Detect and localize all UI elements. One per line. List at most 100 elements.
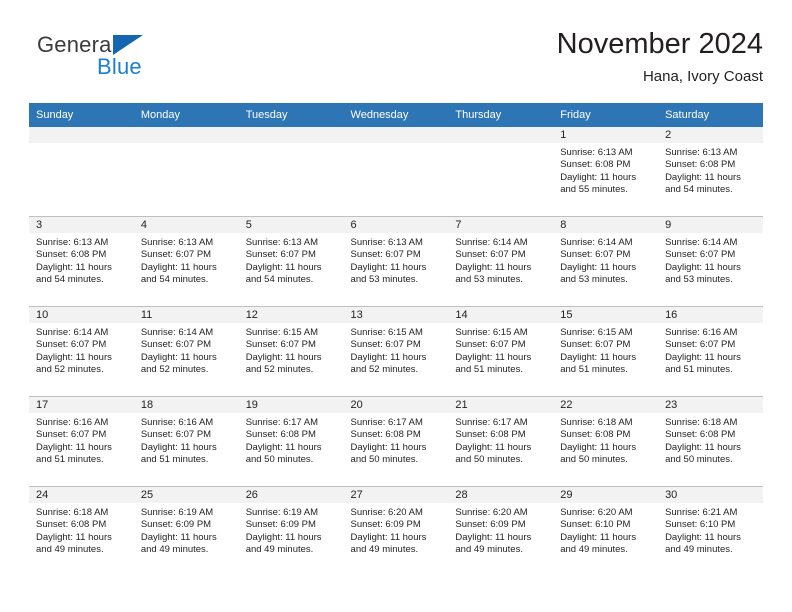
sunset-text: Sunset: 6:09 PM bbox=[245, 519, 316, 531]
calendar-day-cell[interactable]: 6 Sunrise: 6:13 AM Sunset: 6:07 PM Daylight… bbox=[343, 216, 449, 307]
calendar-day-cell[interactable]: 25 Sunrise: 6:19 AM Sunset: 6:09 PM Dayligh… bbox=[133, 486, 239, 576]
sunset-text: Sunset: 6:08 PM bbox=[36, 519, 107, 531]
daylight-text-line2: and 51 minutes. bbox=[665, 364, 733, 376]
sunset-text: Sunset: 6:07 PM bbox=[140, 429, 212, 441]
sunrise-text: Sunrise: 6:18 AM bbox=[36, 507, 109, 518]
day-cell: 7 Sunrise: 6:14 AM Sunset: 6:07 PM Daylight… bbox=[448, 217, 554, 306]
sunset-text: Sunset: 6:07 PM bbox=[455, 339, 526, 351]
calendar-day-cell[interactable]: 17 Sunrise: 6:16 AM Sunset: 6:07 PM Dayligh… bbox=[29, 396, 134, 487]
day-cell: 21 Sunrise: 6:17 AM Sunset: 6:08 PM Dayligh… bbox=[448, 397, 554, 486]
daylight-text-line1: Daylight: 11 hours bbox=[665, 531, 741, 543]
day-number: 10 bbox=[29, 307, 134, 323]
daylight-text-line2: and 49 minutes. bbox=[140, 544, 209, 556]
day-number: 1 bbox=[553, 127, 659, 143]
calendar-day-cell[interactable]: 1 Sunrise: 6:13 AM Sunset: 6:08 PM Daylight… bbox=[553, 127, 659, 217]
day-details: Sunrise: 6:17 AM Sunset: 6:08 PM Daylight:… bbox=[448, 413, 553, 467]
day-details bbox=[448, 143, 553, 147]
day-cell: 17 Sunrise: 6:16 AM Sunset: 6:07 PM Dayligh… bbox=[29, 397, 134, 486]
day-number: 17 bbox=[29, 397, 134, 413]
daylight-text-line1: Daylight: 11 hours bbox=[36, 441, 112, 453]
daylight-text-line2: and 49 minutes. bbox=[560, 544, 628, 556]
day-cell: 15 Sunrise: 6:15 AM Sunset: 6:07 PM Dayligh… bbox=[553, 307, 659, 396]
daylight-text-line2: and 49 minutes. bbox=[350, 544, 419, 556]
day-details: Sunrise: 6:13 AM Sunset: 6:08 PM Daylight:… bbox=[553, 143, 658, 197]
day-cell: 16 Sunrise: 6:16 AM Sunset: 6:07 PM Dayligh… bbox=[658, 307, 763, 396]
daylight-text-line2: and 50 minutes. bbox=[665, 454, 733, 466]
day-number bbox=[238, 127, 344, 143]
sunrise-text: Sunrise: 6:15 AM bbox=[455, 327, 528, 338]
calendar-day-cell[interactable]: 9 Sunrise: 6:14 AM Sunset: 6:07 PM Daylight… bbox=[658, 216, 763, 307]
sunrise-text: Sunrise: 6:15 AM bbox=[350, 327, 423, 338]
calendar-day-cell[interactable]: 16 Sunrise: 6:16 AM Sunset: 6:07 PM Dayligh… bbox=[658, 306, 763, 397]
calendar-day-cell[interactable]: 3 Sunrise: 6:13 AM Sunset: 6:08 PM Daylight… bbox=[29, 216, 134, 307]
calendar-day-cell[interactable]: 18 Sunrise: 6:16 AM Sunset: 6:07 PM Dayligh… bbox=[133, 396, 239, 487]
daylight-text-line1: Daylight: 11 hours bbox=[245, 441, 322, 453]
day-details: Sunrise: 6:19 AM Sunset: 6:09 PM Daylight:… bbox=[239, 503, 344, 557]
sunset-text: Sunset: 6:07 PM bbox=[350, 339, 421, 351]
daylight-text-line2: and 49 minutes. bbox=[455, 544, 523, 556]
logo-triangle-icon bbox=[113, 35, 143, 55]
day-number: 27 bbox=[343, 487, 449, 503]
sunrise-text: Sunrise: 6:13 AM bbox=[245, 237, 319, 248]
calendar-day-cell[interactable]: 4 Sunrise: 6:13 AM Sunset: 6:07 PM Daylight… bbox=[133, 216, 239, 307]
calendar-day-cell[interactable]: 23 Sunrise: 6:18 AM Sunset: 6:08 PM Dayligh… bbox=[658, 396, 763, 487]
daylight-text-line2: and 53 minutes. bbox=[665, 274, 733, 286]
calendar-week-row: 3 Sunrise: 6:13 AM Sunset: 6:08 PM Daylight… bbox=[29, 216, 763, 307]
calendar-day-cell[interactable]: 14 Sunrise: 6:15 AM Sunset: 6:07 PM Dayligh… bbox=[448, 306, 554, 397]
calendar-day-cell[interactable]: 19 Sunrise: 6:17 AM Sunset: 6:08 PM Dayligh… bbox=[238, 396, 344, 487]
day-details: Sunrise: 6:14 AM Sunset: 6:07 PM Daylight:… bbox=[448, 233, 553, 287]
calendar-day-cell[interactable]: 26 Sunrise: 6:19 AM Sunset: 6:09 PM Dayligh… bbox=[238, 486, 344, 576]
general-blue-logo[interactable]: General Blue bbox=[37, 32, 217, 92]
daylight-text-line1: Daylight: 11 hours bbox=[455, 351, 532, 363]
calendar-day-cell[interactable]: 21 Sunrise: 6:17 AM Sunset: 6:08 PM Dayligh… bbox=[448, 396, 554, 487]
calendar-day-cell[interactable]: 15 Sunrise: 6:15 AM Sunset: 6:07 PM Dayligh… bbox=[553, 306, 659, 397]
calendar-day-cell[interactable]: 10 Sunrise: 6:14 AM Sunset: 6:07 PM Dayligh… bbox=[29, 306, 134, 397]
daylight-text-line1: Daylight: 11 hours bbox=[140, 441, 217, 453]
day-cell: 12 Sunrise: 6:15 AM Sunset: 6:07 PM Dayligh… bbox=[238, 307, 344, 396]
daylight-text-line1: Daylight: 11 hours bbox=[455, 441, 532, 453]
calendar-day-cell[interactable]: 13 Sunrise: 6:15 AM Sunset: 6:07 PM Dayligh… bbox=[343, 306, 449, 397]
calendar-day-cell[interactable]: 5 Sunrise: 6:13 AM Sunset: 6:07 PM Daylight… bbox=[238, 216, 344, 307]
day-details bbox=[239, 143, 344, 147]
sunrise-text: Sunrise: 6:14 AM bbox=[36, 327, 109, 338]
day-details: Sunrise: 6:13 AM Sunset: 6:07 PM Daylight:… bbox=[134, 233, 239, 287]
sunset-text: Sunset: 6:08 PM bbox=[350, 429, 421, 441]
sunrise-text: Sunrise: 6:14 AM bbox=[455, 237, 528, 248]
daylight-text-line1: Daylight: 11 hours bbox=[665, 261, 741, 273]
sunset-text: Sunset: 6:10 PM bbox=[560, 519, 631, 531]
calendar-day-cell[interactable]: 12 Sunrise: 6:15 AM Sunset: 6:07 PM Dayligh… bbox=[238, 306, 344, 397]
sunrise-text: Sunrise: 6:17 AM bbox=[350, 417, 423, 428]
weekday-header-tuesday: Tuesday bbox=[238, 103, 344, 127]
day-details bbox=[134, 143, 239, 147]
calendar-day-cell bbox=[343, 127, 449, 217]
calendar-day-cell[interactable]: 30 Sunrise: 6:21 AM Sunset: 6:10 PM Dayligh… bbox=[658, 486, 763, 576]
calendar-day-cell[interactable]: 11 Sunrise: 6:14 AM Sunset: 6:07 PM Dayligh… bbox=[133, 306, 239, 397]
calendar-day-cell[interactable]: 29 Sunrise: 6:20 AM Sunset: 6:10 PM Dayligh… bbox=[553, 486, 659, 576]
daylight-text-line2: and 54 minutes. bbox=[665, 184, 733, 196]
calendar-day-cell[interactable]: 8 Sunrise: 6:14 AM Sunset: 6:07 PM Daylight… bbox=[553, 216, 659, 307]
day-number: 3 bbox=[29, 217, 134, 233]
daylight-text-line2: and 51 minutes. bbox=[455, 364, 523, 376]
day-details: Sunrise: 6:17 AM Sunset: 6:08 PM Daylight:… bbox=[344, 413, 449, 467]
day-cell: 1 Sunrise: 6:13 AM Sunset: 6:08 PM Daylight… bbox=[553, 127, 659, 216]
sunrise-text: Sunrise: 6:18 AM bbox=[665, 417, 738, 428]
calendar-day-cell[interactable]: 22 Sunrise: 6:18 AM Sunset: 6:08 PM Dayligh… bbox=[553, 396, 659, 487]
daylight-text-line2: and 52 minutes. bbox=[140, 364, 209, 376]
calendar-day-cell[interactable]: 2 Sunrise: 6:13 AM Sunset: 6:08 PM Daylight… bbox=[658, 127, 763, 217]
day-number: 22 bbox=[553, 397, 659, 413]
sunset-text: Sunset: 6:07 PM bbox=[140, 249, 212, 261]
calendar-day-cell[interactable]: 7 Sunrise: 6:14 AM Sunset: 6:07 PM Daylight… bbox=[448, 216, 554, 307]
day-number: 2 bbox=[658, 127, 763, 143]
daylight-text-line2: and 53 minutes. bbox=[350, 274, 419, 286]
daylight-text-line1: Daylight: 11 hours bbox=[560, 171, 637, 183]
weekday-header-friday: Friday bbox=[553, 103, 659, 127]
calendar-day-cell[interactable]: 27 Sunrise: 6:20 AM Sunset: 6:09 PM Dayligh… bbox=[343, 486, 449, 576]
day-number bbox=[448, 127, 554, 143]
calendar-day-cell[interactable]: 20 Sunrise: 6:17 AM Sunset: 6:08 PM Dayligh… bbox=[343, 396, 449, 487]
sunrise-text: Sunrise: 6:13 AM bbox=[560, 147, 633, 158]
calendar-day-cell[interactable]: 24 Sunrise: 6:18 AM Sunset: 6:08 PM Dayligh… bbox=[29, 486, 134, 576]
day-details: Sunrise: 6:13 AM Sunset: 6:07 PM Daylight:… bbox=[344, 233, 449, 287]
daylight-text-line1: Daylight: 11 hours bbox=[455, 531, 532, 543]
location-subtitle: Hana, Ivory Coast bbox=[642, 68, 763, 85]
calendar-day-cell[interactable]: 28 Sunrise: 6:20 AM Sunset: 6:09 PM Dayligh… bbox=[448, 486, 554, 576]
